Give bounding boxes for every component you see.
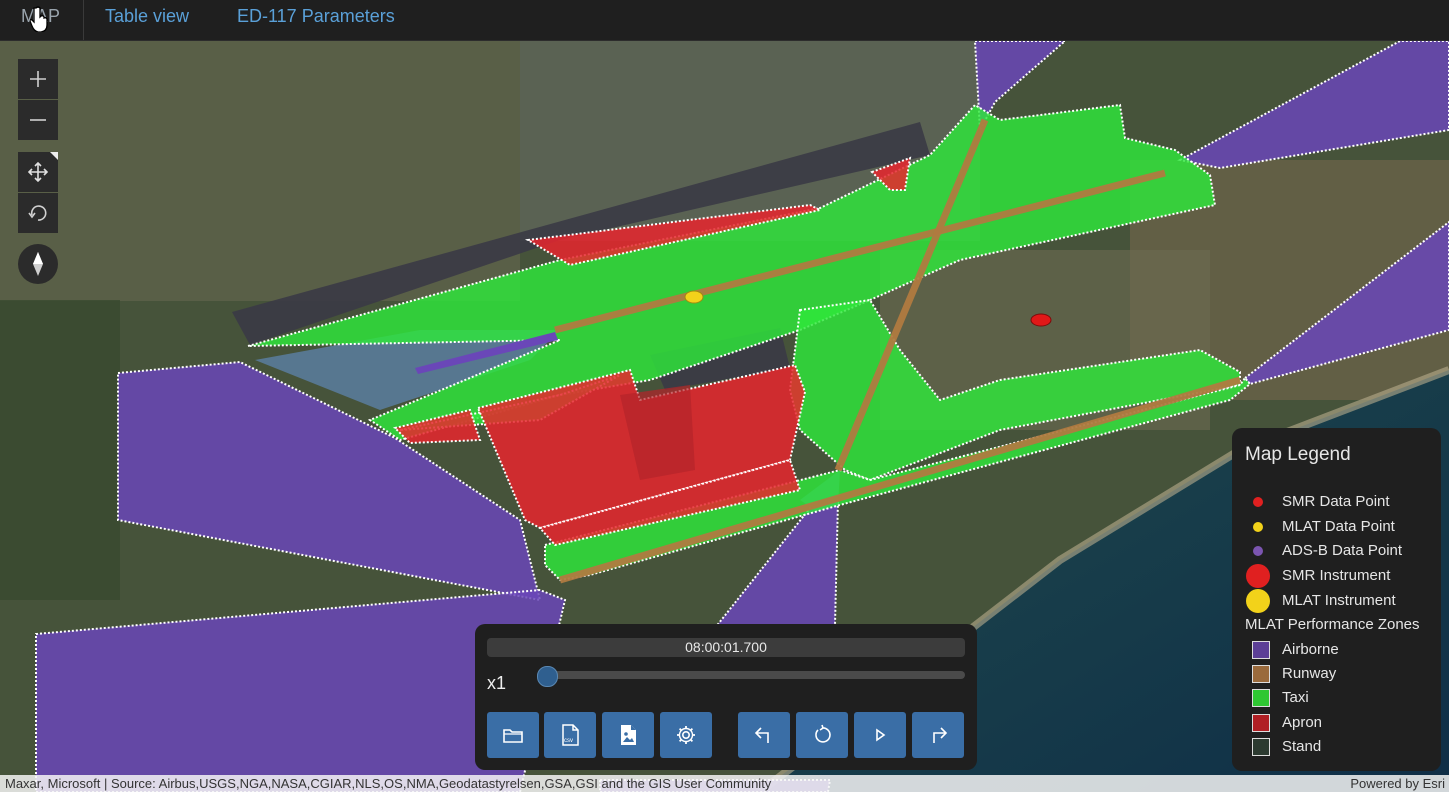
minus-icon (30, 119, 46, 121)
map-legend: Map Legend SMR Data Point MLAT Data Poin… (1232, 428, 1441, 771)
legend-label: Taxi (1282, 689, 1309, 706)
folder-icon (503, 729, 523, 743)
speed-label[interactable]: x1 (487, 673, 506, 694)
runway-swatch (1252, 665, 1270, 683)
reset-icon (815, 724, 831, 743)
apron-swatch (1252, 714, 1270, 732)
play-button[interactable] (854, 712, 906, 758)
zoom-out-button[interactable] (18, 100, 58, 140)
legend-label: MLAT Data Point (1282, 518, 1395, 535)
yellow-circle-icon (1246, 589, 1270, 613)
image-file-icon (621, 725, 636, 745)
legend-title: Map Legend (1245, 444, 1351, 465)
airborne-swatch (1252, 641, 1270, 659)
legend-label: MLAT Instrument (1282, 592, 1396, 609)
tab-divider (83, 0, 84, 40)
legend-label: SMR Data Point (1282, 493, 1390, 510)
timeline-slider[interactable] (537, 671, 965, 679)
open-folder-button[interactable] (487, 712, 539, 758)
pan-icon (27, 152, 58, 183)
smr-data-point (1030, 313, 1052, 327)
undo-icon (754, 727, 769, 743)
legend-label: Stand (1282, 738, 1322, 755)
legend-zones-title: MLAT Performance Zones (1245, 616, 1420, 633)
top-nav: MAP Table view ED-117 Parameters (0, 0, 1449, 41)
hand-cursor-icon (30, 6, 48, 32)
red-circle-icon (1246, 564, 1270, 588)
play-icon (876, 728, 886, 742)
tab-table-view[interactable]: Table view (105, 0, 189, 40)
attribution-text: Maxar, Microsoft | Source: Airbus,USGS,N… (5, 776, 772, 791)
purple-dot-icon (1253, 546, 1263, 556)
time-display: 08:00:01.700 (487, 638, 965, 657)
powered-by-esri[interactable]: Powered by Esri (1350, 775, 1445, 792)
zoom-in-button[interactable] (18, 59, 58, 99)
yellow-dot-icon (1253, 522, 1263, 532)
mlat-data-point (684, 290, 704, 304)
taxi-swatch (1252, 689, 1270, 707)
export-image-button[interactable] (602, 712, 654, 758)
rotate-icon (28, 205, 47, 221)
legend-label: Runway (1282, 665, 1337, 682)
step-back-button[interactable] (738, 712, 790, 758)
compass-icon (33, 252, 43, 276)
legend-label: ADS-B Data Point (1282, 542, 1403, 559)
playback-panel: 08:00:01.700 x1 csv (475, 624, 977, 770)
stand-swatch (1252, 738, 1270, 756)
redo-icon (933, 727, 948, 743)
rotate-button[interactable] (18, 193, 58, 233)
tab-ed117-parameters[interactable]: ED-117 Parameters (237, 0, 395, 40)
legend-label: SMR Instrument (1282, 567, 1391, 584)
map-view[interactable]: Map Legend SMR Data Point MLAT Data Poin… (0, 41, 1449, 792)
csv-icon: csv (562, 724, 579, 746)
gear-icon (677, 726, 695, 744)
reset-button[interactable] (796, 712, 848, 758)
step-forward-button[interactable] (912, 712, 964, 758)
legend-label: Apron (1282, 714, 1323, 731)
plus-icon (30, 71, 46, 87)
legend-label: Airborne (1282, 641, 1339, 658)
timeline-slider-thumb[interactable] (537, 666, 558, 687)
compass-button[interactable] (18, 244, 58, 284)
svg-text:csv: csv (564, 738, 573, 744)
red-dot-icon (1253, 497, 1263, 507)
map-attribution: Maxar, Microsoft | Source: Airbus,USGS,N… (0, 775, 1449, 792)
pan-button[interactable] (18, 152, 58, 192)
export-csv-button[interactable]: csv (544, 712, 596, 758)
settings-button[interactable] (660, 712, 712, 758)
